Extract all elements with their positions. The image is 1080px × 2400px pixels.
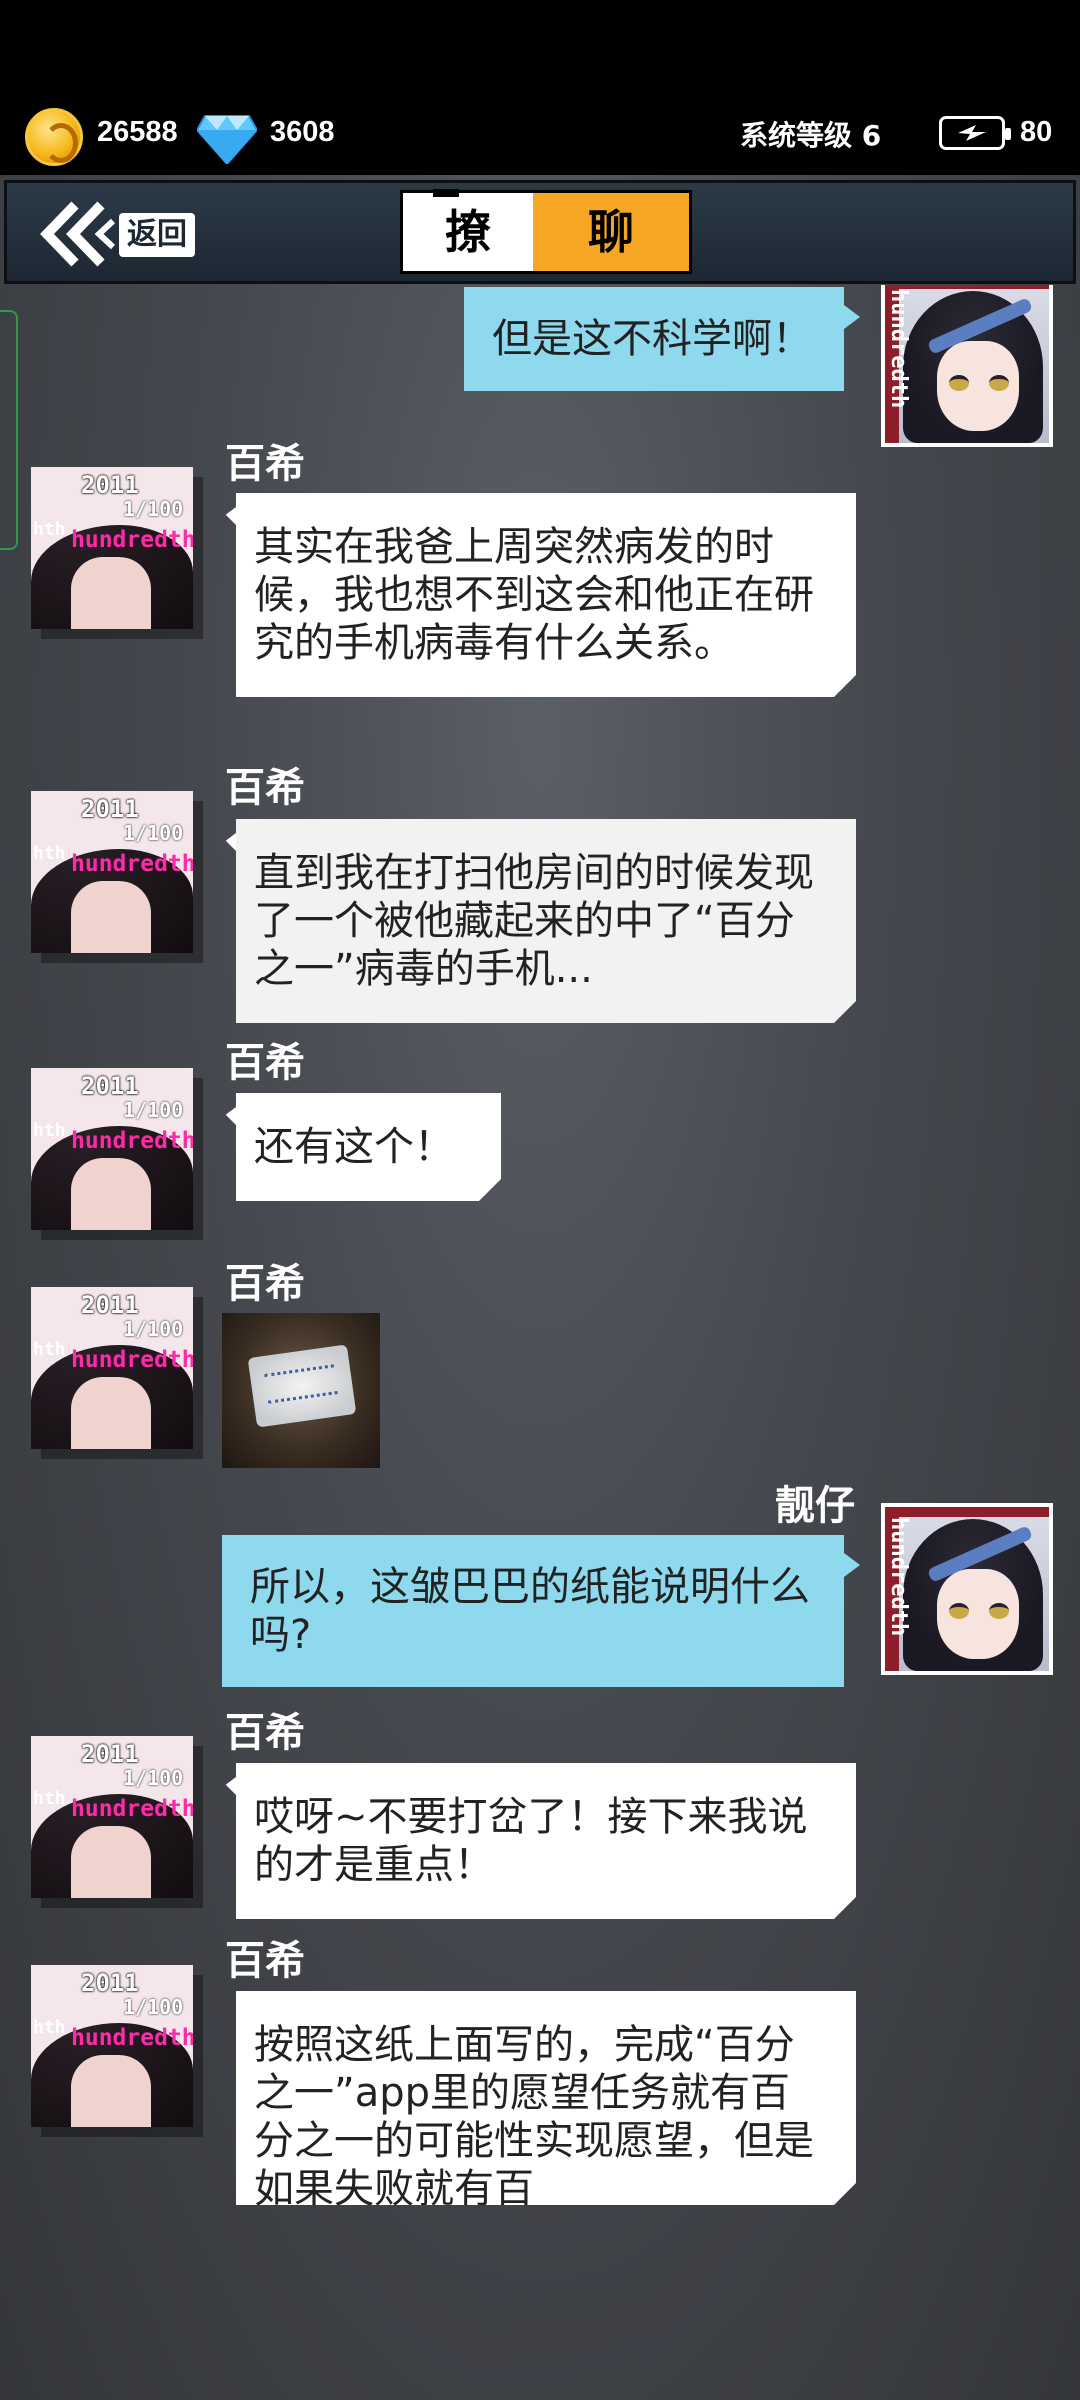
- energy-icon: [939, 116, 1011, 150]
- npc-avatar[interactable]: 2011 1/100 hundredth hth: [31, 1287, 193, 1449]
- player-avatar[interactable]: hundredth: [881, 285, 1053, 447]
- npc-avatar[interactable]: 2011 1/100 hundredth hth: [31, 1068, 193, 1230]
- header-bar: 返回 撩 聊: [4, 180, 1076, 284]
- back-button[interactable]: 返回: [37, 195, 207, 275]
- chat-bubble-left: 还有这个！: [236, 1093, 501, 1201]
- message-text: 其实在我爸上周突然病发的时候，我也想不到这会和他正在研究的手机病毒有什么关系。: [254, 524, 814, 666]
- npc-avatar[interactable]: 2011 1/100 hundredth hth: [31, 1736, 193, 1898]
- chat-list[interactable]: 但是这不科学啊！ hundredth 2011 1/100 hundredth ht…: [0, 285, 1080, 2205]
- title-right-char: 聊: [533, 193, 689, 271]
- message-text: 还有这个！: [254, 1124, 454, 1170]
- player-avatar[interactable]: hundredth: [881, 1503, 1053, 1675]
- npc-avatar[interactable]: 2011 1/100 hundredth hth: [31, 791, 193, 953]
- energy-count: 80: [1020, 116, 1053, 148]
- npc-avatar[interactable]: 2011 1/100 hundredth hth: [31, 467, 193, 629]
- message-text: 哎呀~不要打岔了！接下来我说的才是重点！: [254, 1794, 808, 1888]
- status-bar: 26588 3608 系统等级 6 80: [0, 0, 1080, 175]
- chat-bubble-right: 所以，这皱巴巴的纸能说明什么吗?: [222, 1535, 860, 1687]
- side-indicator: [0, 310, 18, 550]
- sender-name: 靓仔: [775, 1483, 855, 1529]
- npc-avatar[interactable]: 2011 1/100 hundredth hth: [31, 1965, 193, 2127]
- page-title: 撩 聊: [400, 189, 692, 274]
- coin-icon: [25, 108, 83, 166]
- diamond-icon: [197, 115, 257, 164]
- message-text: 按照这纸上面写的，完成“百分之一”app里的愿望任务就有百分之一的可能性实现愿望…: [254, 2022, 814, 2205]
- system-level: 系统等级 6: [740, 119, 882, 152]
- chat-bubble-right: 但是这不科学啊！: [464, 287, 860, 391]
- back-chevron-icon: [40, 201, 116, 267]
- image-message[interactable]: [222, 1313, 380, 1468]
- gem-count: 3608: [270, 116, 335, 148]
- sender-name: 百希: [225, 1261, 305, 1307]
- message-text: 直到我在打扫他房间的时候发现了一个被他藏起来的中了“百分之一”病毒的手机...: [254, 850, 814, 992]
- coin-count: 26588: [97, 116, 178, 148]
- message-text: 所以，这皱巴巴的纸能说明什么吗?: [250, 1564, 810, 1658]
- sender-name: 百希: [225, 1040, 305, 1086]
- sender-name: 百希: [225, 1938, 305, 1984]
- chat-bubble-left: 按照这纸上面写的，完成“百分之一”app里的愿望任务就有百分之一的可能性实现愿望…: [236, 1991, 856, 2205]
- sender-name: 百希: [225, 1710, 305, 1756]
- chat-bubble-left: 其实在我爸上周突然病发的时候，我也想不到这会和他正在研究的手机病毒有什么关系。: [236, 493, 856, 697]
- chat-bubble-left: 哎呀~不要打岔了！接下来我说的才是重点！: [236, 1763, 856, 1919]
- message-text: 但是这不科学啊！: [492, 316, 812, 362]
- sender-name: 百希: [225, 765, 305, 811]
- title-left-char: 撩: [445, 205, 491, 259]
- back-label: 返回: [119, 213, 195, 257]
- chat-bubble-left: 直到我在打扫他房间的时候发现了一个被他藏起来的中了“百分之一”病毒的手机...: [236, 819, 856, 1023]
- sender-name: 百希: [225, 441, 305, 487]
